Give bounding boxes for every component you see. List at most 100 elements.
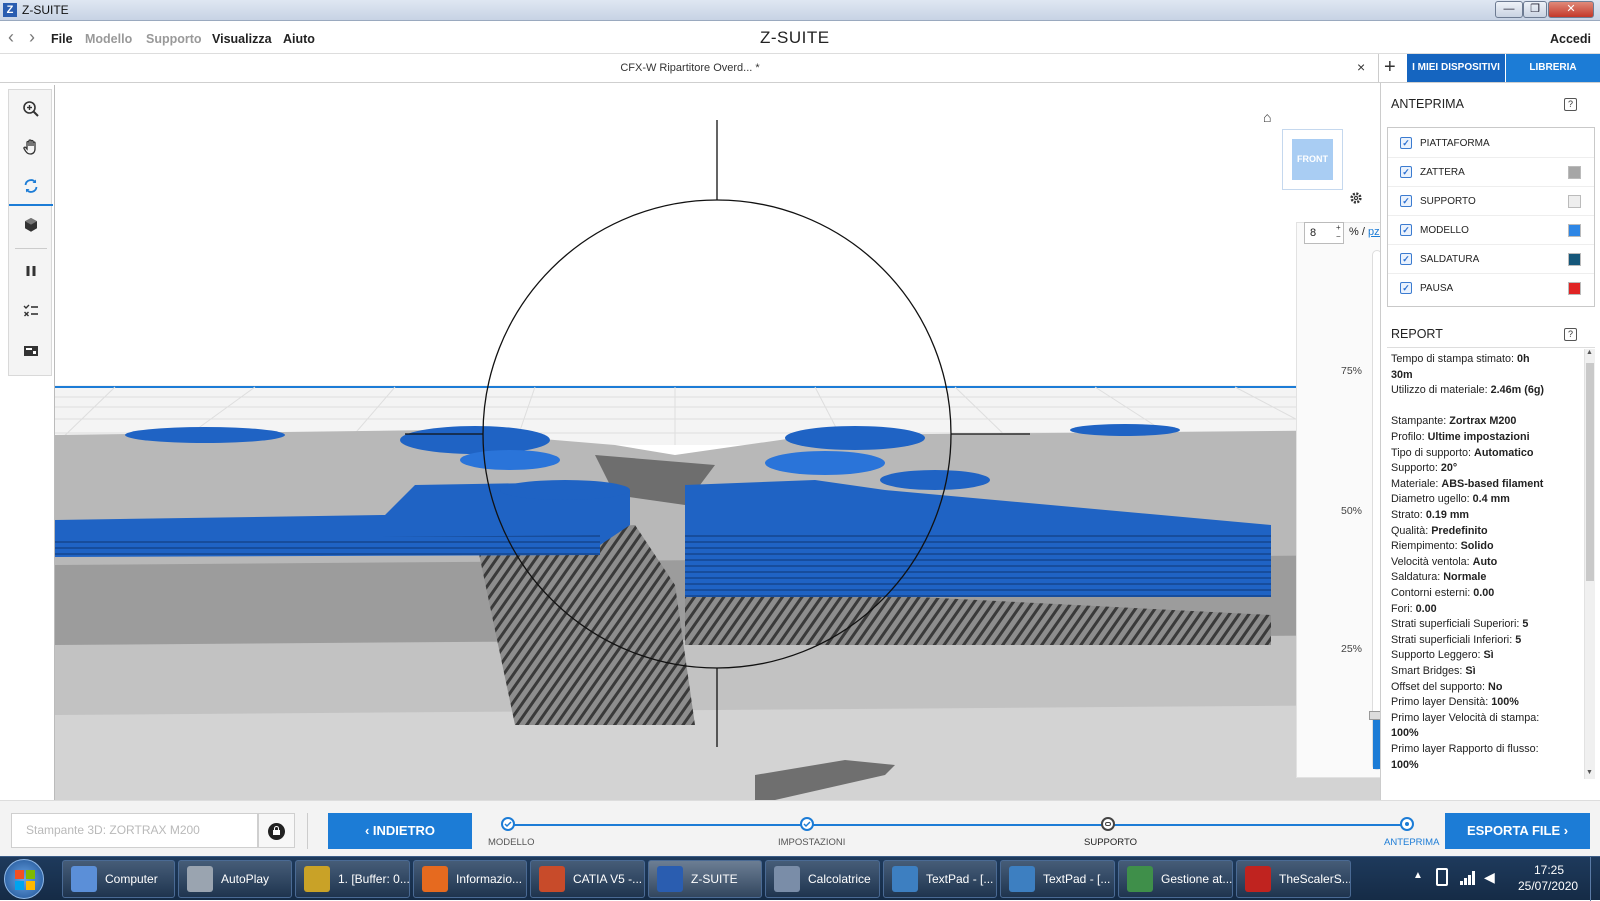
checkbox-icon[interactable]: ✓ <box>1400 224 1412 236</box>
taskbar-app[interactable]: Z-SUITE <box>648 860 762 898</box>
printer-lock-button[interactable] <box>258 813 295 848</box>
taskbar-app-label: Gestione at... <box>1161 872 1233 886</box>
taskbar-app[interactable]: Computer <box>62 860 175 898</box>
pause-tool-button[interactable] <box>9 252 53 290</box>
color-swatch[interactable] <box>1568 195 1581 208</box>
view-cube-front-face[interactable]: FRONT <box>1292 139 1333 180</box>
menu-aiuto[interactable]: Aiuto <box>283 32 315 46</box>
taskbar-app[interactable]: AutoPlay <box>178 860 292 898</box>
report-line: 100% <box>1391 759 1419 771</box>
layer-row-pausa[interactable]: ✓ PAUSA <box>1388 273 1594 303</box>
app-logo-icon: Z <box>3 3 17 17</box>
view-cube-button[interactable] <box>9 206 53 244</box>
document-tab[interactable]: CFX-W Ripartitore Overd... * <box>0 54 1380 82</box>
home-view-icon[interactable]: ⌂ <box>1263 109 1271 125</box>
scroll-up-icon[interactable]: ▲ <box>1586 349 1593 356</box>
layer-row-saldatura[interactable]: ✓ SALDATURA <box>1388 244 1594 274</box>
anteprima-help-icon[interactable]: ? <box>1564 98 1577 111</box>
volume-icon[interactable]: ◀ <box>1484 869 1495 886</box>
step-modello-dot[interactable] <box>501 817 515 831</box>
taskbar-app[interactable]: TextPad - [... <box>1000 860 1115 898</box>
start-button[interactable] <box>4 859 44 899</box>
color-swatch[interactable] <box>1568 253 1581 266</box>
login-link[interactable]: Accedi <box>1550 32 1591 46</box>
color-swatch[interactable] <box>1568 282 1581 295</box>
layers-settings-icon <box>23 304 38 317</box>
menu-file[interactable]: File <box>51 32 73 46</box>
printer-field[interactable]: Stampante 3D: ZORTRAX M200 <box>11 813 258 848</box>
checkbox-icon[interactable]: ✓ <box>1400 195 1412 207</box>
taskbar-app[interactable]: 1. [Buffer: 0... <box>295 860 410 898</box>
nav-forward-icon[interactable]: › <box>29 27 35 48</box>
clock-time[interactable]: 17:25 <box>1534 863 1564 877</box>
layer-row-piattaforma[interactable]: ✓ PIATTAFORMA <box>1388 128 1594 158</box>
checkbox-icon[interactable]: ✓ <box>1400 166 1412 178</box>
zoom-tool-button[interactable] <box>9 90 53 128</box>
battery-icon[interactable] <box>1436 868 1448 886</box>
add-tab-icon[interactable]: + <box>1384 56 1396 79</box>
report-tool-button[interactable] <box>9 332 53 370</box>
app-icon <box>422 866 448 892</box>
scrollbar-thumb[interactable] <box>1586 363 1594 581</box>
taskbar-app[interactable]: CATIA V5 -... <box>530 860 645 898</box>
taskbar-app[interactable]: Calcolatrice <box>765 860 880 898</box>
checkbox-icon[interactable]: ✓ <box>1400 282 1412 294</box>
taskbar-app[interactable]: Informazio... <box>413 860 527 898</box>
rotate-tool-button[interactable] <box>9 168 53 206</box>
layer-row-supporto[interactable]: ✓ SUPPORTO <box>1388 186 1594 216</box>
lock-icon <box>1105 822 1111 826</box>
layer-row-modello[interactable]: ✓ MODELLO <box>1388 215 1594 245</box>
checkbox-icon[interactable]: ✓ <box>1400 253 1412 265</box>
view-cube[interactable]: FRONT <box>1282 129 1343 190</box>
check-icon <box>803 821 811 828</box>
tray-arrow-icon[interactable]: ▲ <box>1413 870 1423 881</box>
layer-row-zattera[interactable]: ✓ ZATTERA <box>1388 157 1594 187</box>
tab-my-devices[interactable]: I MIEI DISPOSITIVI <box>1407 54 1505 82</box>
close-window-button[interactable]: ✕ <box>1548 1 1594 18</box>
close-tab-icon[interactable]: × <box>1357 59 1365 75</box>
minimize-button[interactable]: — <box>1495 1 1523 18</box>
app-icon <box>187 866 213 892</box>
anteprima-title: ANTEPRIMA <box>1391 97 1464 111</box>
lock-icon <box>268 823 285 840</box>
step-anteprima-dot[interactable] <box>1400 817 1414 831</box>
export-button[interactable]: ESPORTA FILE › <box>1445 813 1590 849</box>
menu-supporto[interactable]: Supporto <box>146 32 202 46</box>
report-help-icon[interactable]: ? <box>1564 328 1577 341</box>
checkbox-icon[interactable]: ✓ <box>1400 137 1412 149</box>
report-key: Profilo: <box>1391 431 1428 443</box>
pan-tool-button[interactable] <box>9 128 53 166</box>
layer-label: SUPPORTO <box>1420 196 1476 207</box>
layer-stepper[interactable]: + − <box>1336 223 1341 241</box>
color-swatch[interactable] <box>1568 224 1581 237</box>
step-supporto-dot[interactable] <box>1101 817 1115 831</box>
unit-percent[interactable]: % <box>1349 226 1359 238</box>
clock-date[interactable]: 25/07/2020 <box>1518 879 1578 893</box>
3d-viewport[interactable]: ⌂ FRONT <box>54 85 1380 800</box>
app-icon <box>1127 866 1153 892</box>
view-settings-button[interactable] <box>1349 191 1363 208</box>
report-key: Materiale: <box>1391 477 1442 490</box>
layer-settings-button[interactable] <box>9 292 53 330</box>
back-button[interactable]: ‹ INDIETRO <box>328 813 472 849</box>
tab-bar: CFX-W Ripartitore Overd... * × + I MIEI … <box>0 54 1600 83</box>
hand-pan-icon <box>23 139 36 155</box>
tab-library[interactable]: LIBRERIA <box>1506 54 1600 82</box>
taskbar-app[interactable]: TheScalerS... <box>1236 860 1351 898</box>
restore-button[interactable]: ❐ <box>1523 1 1547 18</box>
color-swatch[interactable] <box>1568 166 1581 179</box>
taskbar-app[interactable]: TextPad - [... <box>883 860 997 898</box>
report-line: Primo layer Rapporto di flusso: <box>1391 743 1539 755</box>
network-icon[interactable] <box>1460 871 1476 885</box>
step-impostazioni-dot[interactable] <box>800 817 814 831</box>
report-scrollbar[interactable]: ▲ ▼ <box>1584 349 1595 779</box>
report-line: Velocità ventola: Auto <box>1391 556 1497 568</box>
taskbar-app[interactable]: Gestione at... <box>1118 860 1233 898</box>
report-key: Qualità: <box>1391 524 1432 537</box>
menu-modello[interactable]: Modello <box>85 32 132 46</box>
scroll-down-icon[interactable]: ▼ <box>1586 769 1593 776</box>
nav-back-icon[interactable]: ‹ <box>8 27 14 48</box>
menu-visualizza[interactable]: Visualizza <box>212 32 272 46</box>
slider-tick-50: 50% <box>1341 505 1363 517</box>
show-desktop-button[interactable] <box>1590 857 1600 901</box>
